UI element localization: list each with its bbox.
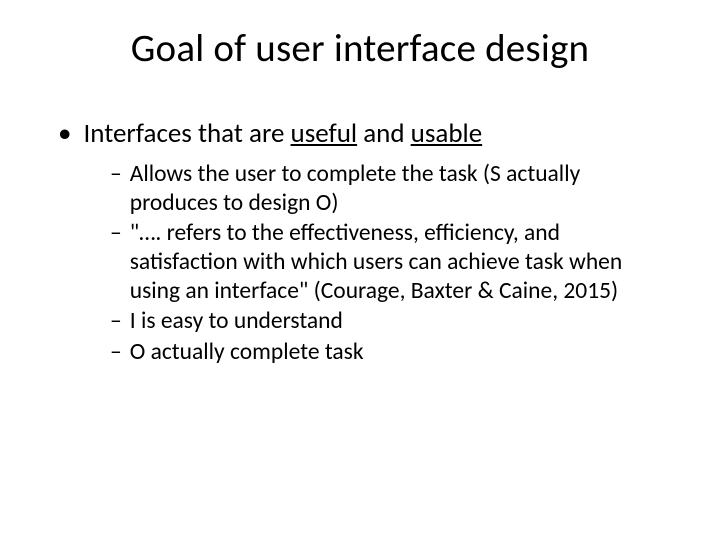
bullet-dash-icon: –	[110, 307, 122, 336]
bullet-sub-2-text: "…. refers to the effectiveness, efficie…	[130, 219, 670, 305]
slide: Goal of user interface design • Interfac…	[0, 0, 720, 540]
bullet-sub-2: – "…. refers to the effectiveness, effic…	[110, 219, 670, 305]
bullet-sub-3: – I is easy to understand	[110, 307, 670, 336]
bullet-keyword-useful: useful	[291, 117, 358, 150]
slide-title: Goal of user interface design	[50, 25, 670, 72]
bullet-sub-1-text: Allows the user to complete the task (S …	[130, 160, 670, 217]
bullet-dash-icon: –	[110, 219, 122, 248]
bullet-keyword-usable: usable	[411, 117, 483, 150]
bullet-sub-4-text: O actually complete task	[130, 338, 670, 367]
bullet-text-prefix: Interfaces that are	[83, 117, 290, 150]
bullet-main-text: Interfaces that are useful and usable	[83, 117, 482, 150]
bullet-text-mid: and	[357, 117, 411, 150]
bullet-dash-icon: –	[110, 160, 122, 189]
bullet-dot-icon: •	[58, 117, 71, 150]
bullet-main: • Interfaces that are useful and usable	[50, 117, 670, 150]
bullet-sub-4: – O actually complete task	[110, 338, 670, 367]
bullet-sub-1: – Allows the user to complete the task (…	[110, 160, 670, 217]
bullet-dash-icon: –	[110, 338, 122, 367]
bullet-sub-3-text: I is easy to understand	[130, 307, 670, 336]
